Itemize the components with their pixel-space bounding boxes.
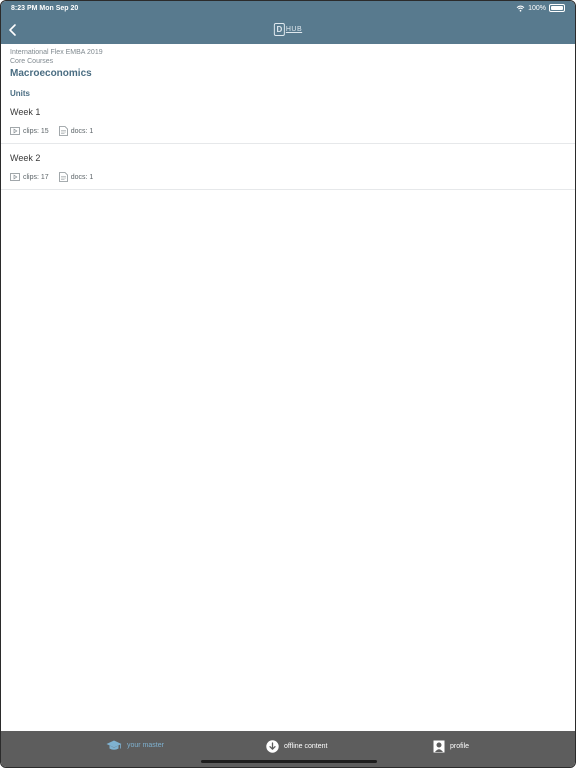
clips-count: clips: 15 xyxy=(10,127,49,135)
docs-label: docs: 1 xyxy=(70,127,94,135)
tab-label: profile xyxy=(450,743,470,750)
course-content: International Flex EMBA 2019 Core Course… xyxy=(1,44,575,190)
status-time: 8:23 PM Mon Sep 20 xyxy=(11,5,79,12)
video-clip-icon xyxy=(10,173,20,181)
wifi-icon xyxy=(516,5,525,12)
video-clip-icon xyxy=(10,127,20,135)
status-bar: 8:23 PM Mon Sep 20 100% xyxy=(1,1,575,17)
graduation-cap-icon xyxy=(106,740,122,750)
breadcrumb-section: Core Courses xyxy=(10,58,54,65)
clips-label: clips: 15 xyxy=(23,127,49,135)
tab-your-master[interactable]: your master xyxy=(106,740,164,751)
tab-label: your master xyxy=(127,742,164,749)
docs-count: docs: 1 xyxy=(58,126,94,136)
unit-meta: clips: 15 docs: 1 xyxy=(10,126,575,136)
units-heading: Units xyxy=(10,89,30,98)
tab-profile[interactable]: profile xyxy=(433,740,469,753)
breadcrumb-program: International Flex EMBA 2019 xyxy=(10,49,103,56)
app-logo: D HUB xyxy=(273,23,303,36)
unit-meta: clips: 17 docs: 1 xyxy=(10,172,575,182)
clips-label: clips: 17 xyxy=(23,173,49,181)
download-icon xyxy=(266,740,279,753)
unit-title: Week 1 xyxy=(10,107,41,117)
unit-title: Week 2 xyxy=(10,153,41,163)
logo-text: HUB xyxy=(285,26,303,33)
unit-row-week-2[interactable]: Week 2 clips: 17 docs: 1 xyxy=(1,144,575,190)
tab-label: offline content xyxy=(284,743,328,750)
course-title: Macroeconomics xyxy=(10,68,92,79)
tab-bar: your master offline content profile xyxy=(1,731,575,767)
logo-mark-icon: D xyxy=(273,23,285,36)
unit-row-week-1[interactable]: Week 1 clips: 15 docs: 1 xyxy=(1,98,575,144)
app-screen: 8:23 PM Mon Sep 20 100% D HUB Internatio… xyxy=(0,0,576,768)
document-icon xyxy=(58,172,68,182)
docs-count: docs: 1 xyxy=(58,172,94,182)
docs-label: docs: 1 xyxy=(70,173,94,181)
navigation-bar: 8:23 PM Mon Sep 20 100% D HUB xyxy=(1,1,575,44)
battery-percent: 100% xyxy=(528,4,546,12)
battery-icon xyxy=(549,4,565,12)
document-icon xyxy=(58,126,68,136)
clips-count: clips: 17 xyxy=(10,173,49,181)
back-chevron-icon[interactable] xyxy=(7,23,19,37)
tab-offline-content[interactable]: offline content xyxy=(266,740,327,753)
status-indicators: 100% xyxy=(516,4,565,12)
profile-icon xyxy=(433,740,445,753)
home-indicator xyxy=(201,760,377,763)
